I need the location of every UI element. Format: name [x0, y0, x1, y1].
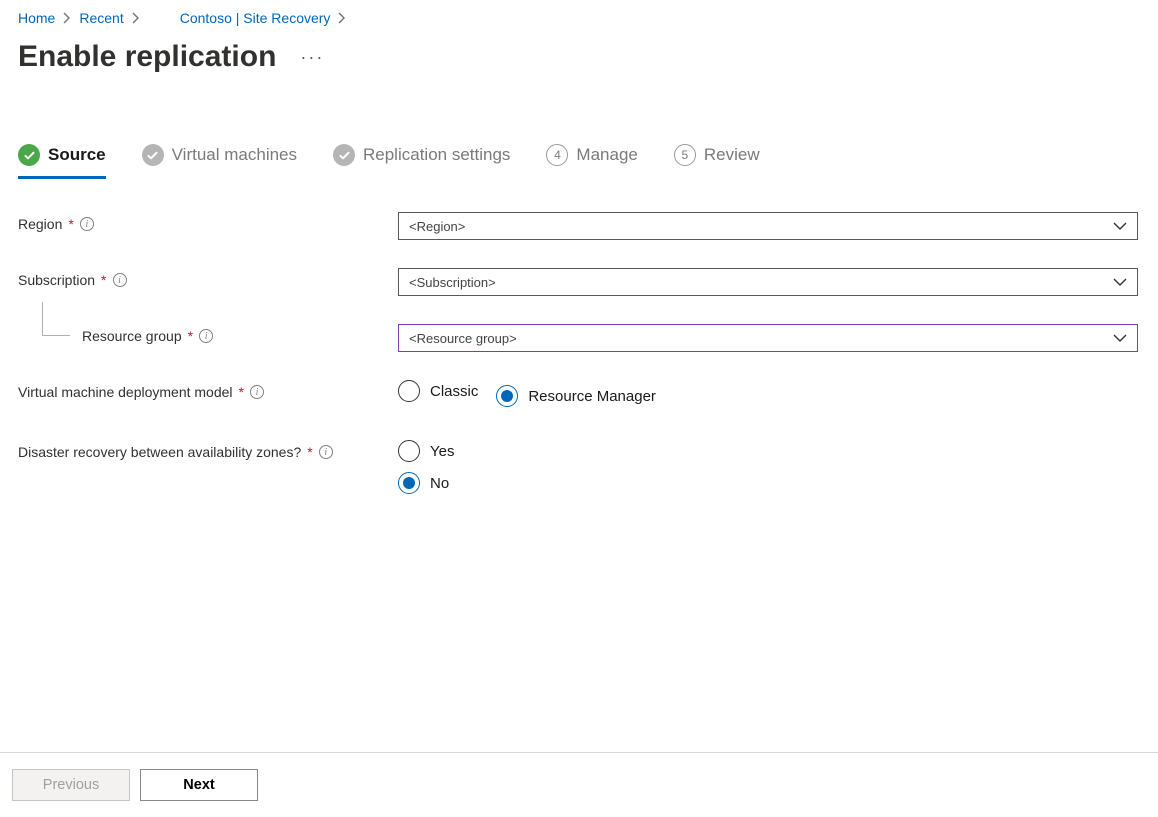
tab-label: Source — [48, 145, 106, 165]
chevron-right-icon — [132, 12, 140, 24]
label-text: Subscription — [18, 272, 95, 288]
tab-review[interactable]: 5 Review — [674, 144, 760, 176]
info-icon[interactable]: i — [80, 217, 94, 231]
dropdown-value: <Subscription> — [409, 275, 496, 290]
deployment-rm-radio[interactable] — [496, 385, 518, 407]
label-text: Virtual machine deployment model — [18, 384, 233, 400]
tab-source[interactable]: Source — [18, 144, 106, 179]
breadcrumb-vault[interactable]: Contoso | Site Recovery — [180, 10, 331, 26]
required-asterisk: * — [188, 328, 193, 344]
subscription-dropdown[interactable]: <Subscription> — [398, 268, 1138, 296]
dr-no-radio[interactable] — [398, 472, 420, 494]
tab-replication-settings[interactable]: Replication settings — [333, 144, 510, 176]
check-circle-icon — [142, 144, 164, 166]
info-icon[interactable]: i — [199, 329, 213, 343]
radio-label: Yes — [430, 443, 454, 460]
label-text: Resource group — [82, 328, 182, 344]
tab-label: Manage — [576, 145, 637, 165]
deployment-classic-radio[interactable] — [398, 380, 420, 402]
tree-connector-icon — [42, 302, 70, 336]
more-actions-button[interactable]: ··· — [300, 47, 324, 68]
deployment-model-label: Virtual machine deployment model * i — [18, 380, 398, 400]
dr-zones-label: Disaster recovery between availability z… — [18, 440, 398, 460]
wizard-footer: Previous Next — [0, 752, 1158, 817]
required-asterisk: * — [68, 216, 73, 232]
dr-yes-radio[interactable] — [398, 440, 420, 462]
region-dropdown[interactable]: <Region> — [398, 212, 1138, 240]
step-number-icon: 5 — [674, 144, 696, 166]
previous-button: Previous — [12, 769, 130, 801]
info-icon[interactable]: i — [250, 385, 264, 399]
radio-label: Resource Manager — [528, 388, 656, 405]
tab-label: Replication settings — [363, 145, 510, 165]
chevron-down-icon — [1113, 277, 1127, 287]
chevron-down-icon — [1113, 333, 1127, 343]
tab-label: Virtual machines — [172, 145, 297, 165]
required-asterisk: * — [239, 384, 244, 400]
step-number-icon: 4 — [546, 144, 568, 166]
info-icon[interactable]: i — [319, 445, 333, 459]
radio-selected-dot-icon — [403, 477, 415, 489]
page-title-text: Enable replication — [18, 40, 276, 74]
chevron-right-icon — [338, 12, 346, 24]
required-asterisk: * — [307, 444, 312, 460]
check-circle-icon — [18, 144, 40, 166]
label-text: Region — [18, 216, 62, 232]
radio-label: Classic — [430, 383, 478, 400]
chevron-right-icon — [63, 12, 71, 24]
breadcrumb: Home Recent Contoso | Site Recovery — [18, 10, 1140, 26]
radio-selected-dot-icon — [501, 390, 513, 402]
radio-label: No — [430, 475, 449, 492]
resource-group-dropdown[interactable]: <Resource group> — [398, 324, 1138, 352]
subscription-label: Subscription * i — [18, 268, 398, 288]
dropdown-value: <Resource group> — [409, 331, 517, 346]
required-asterisk: * — [101, 272, 106, 288]
page-title: Enable replication ··· — [18, 40, 1140, 74]
chevron-down-icon — [1113, 221, 1127, 231]
check-circle-icon — [333, 144, 355, 166]
next-button[interactable]: Next — [140, 769, 258, 801]
info-icon[interactable]: i — [113, 273, 127, 287]
wizard-tabs: Source Virtual machines Replication sett… — [18, 144, 1140, 176]
dropdown-value: <Region> — [409, 219, 465, 234]
tab-virtual-machines[interactable]: Virtual machines — [142, 144, 297, 176]
region-label: Region * i — [18, 212, 398, 232]
tab-label: Review — [704, 145, 760, 165]
breadcrumb-recent[interactable]: Recent — [79, 10, 123, 26]
label-text: Disaster recovery between availability z… — [18, 444, 301, 460]
resource-group-label: Resource group * i — [18, 324, 398, 344]
tab-manage[interactable]: 4 Manage — [546, 144, 637, 176]
breadcrumb-home[interactable]: Home — [18, 10, 55, 26]
